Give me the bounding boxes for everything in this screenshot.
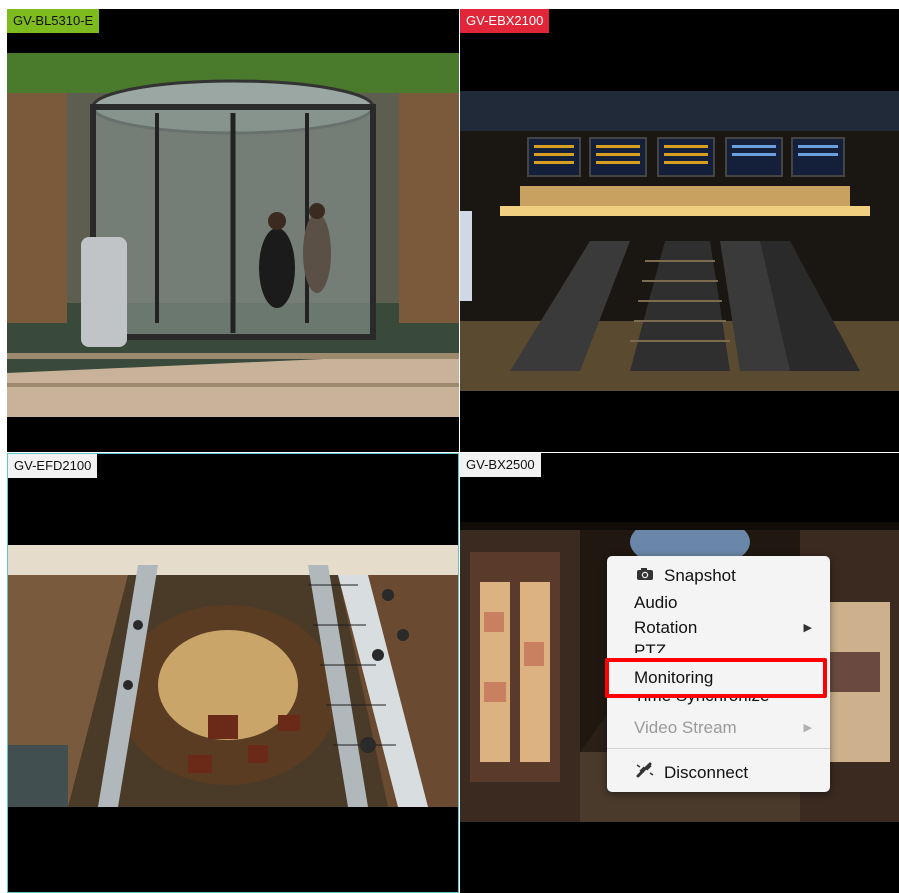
- camera-feed-escalators: [460, 91, 899, 391]
- menu-item-rotation[interactable]: Rotation ▶: [607, 616, 830, 640]
- camera-feed-revolving-door: [7, 53, 459, 417]
- menu-item-label: Disconnect: [664, 763, 749, 782]
- camera-label: GV-BL5310-E: [7, 9, 100, 33]
- disconnect-icon: [634, 761, 656, 785]
- menu-item-label: Audio: [634, 593, 678, 612]
- menu-item-label: Snapshot: [664, 566, 736, 585]
- menu-item-ptz[interactable]: PTZ: [607, 639, 830, 653]
- submenu-arrow-icon: ▶: [803, 622, 812, 634]
- monitoring-highlight-box: [605, 658, 827, 698]
- camera-tile-gv-bl5310-e[interactable]: GV-BL5310-E: [7, 9, 459, 452]
- camera-label: GV-EBX2100: [460, 9, 550, 33]
- menu-item-audio[interactable]: Audio: [607, 591, 830, 615]
- submenu-arrow-icon: ▶: [803, 722, 812, 734]
- menu-item-video-stream: Video Stream ▶: [607, 716, 830, 740]
- menu-separator: [607, 748, 830, 749]
- camera-feed-mall-atrium: [8, 545, 458, 807]
- menu-item-disconnect[interactable]: Disconnect: [607, 761, 830, 785]
- menu-item-label: Video Stream: [634, 718, 737, 737]
- camera-tile-gv-efd2100[interactable]: GV-EFD2100: [7, 453, 459, 893]
- menu-item-label: PTZ: [634, 641, 667, 653]
- camera-label: GV-BX2500: [460, 453, 541, 477]
- menu-item-snapshot[interactable]: Snapshot: [607, 564, 830, 588]
- menu-item-label: Rotation: [634, 618, 698, 637]
- camera-icon: [634, 564, 656, 588]
- camera-label: GV-EFD2100: [8, 454, 98, 478]
- camera-tile-gv-ebx2100[interactable]: GV-EBX2100: [460, 9, 899, 452]
